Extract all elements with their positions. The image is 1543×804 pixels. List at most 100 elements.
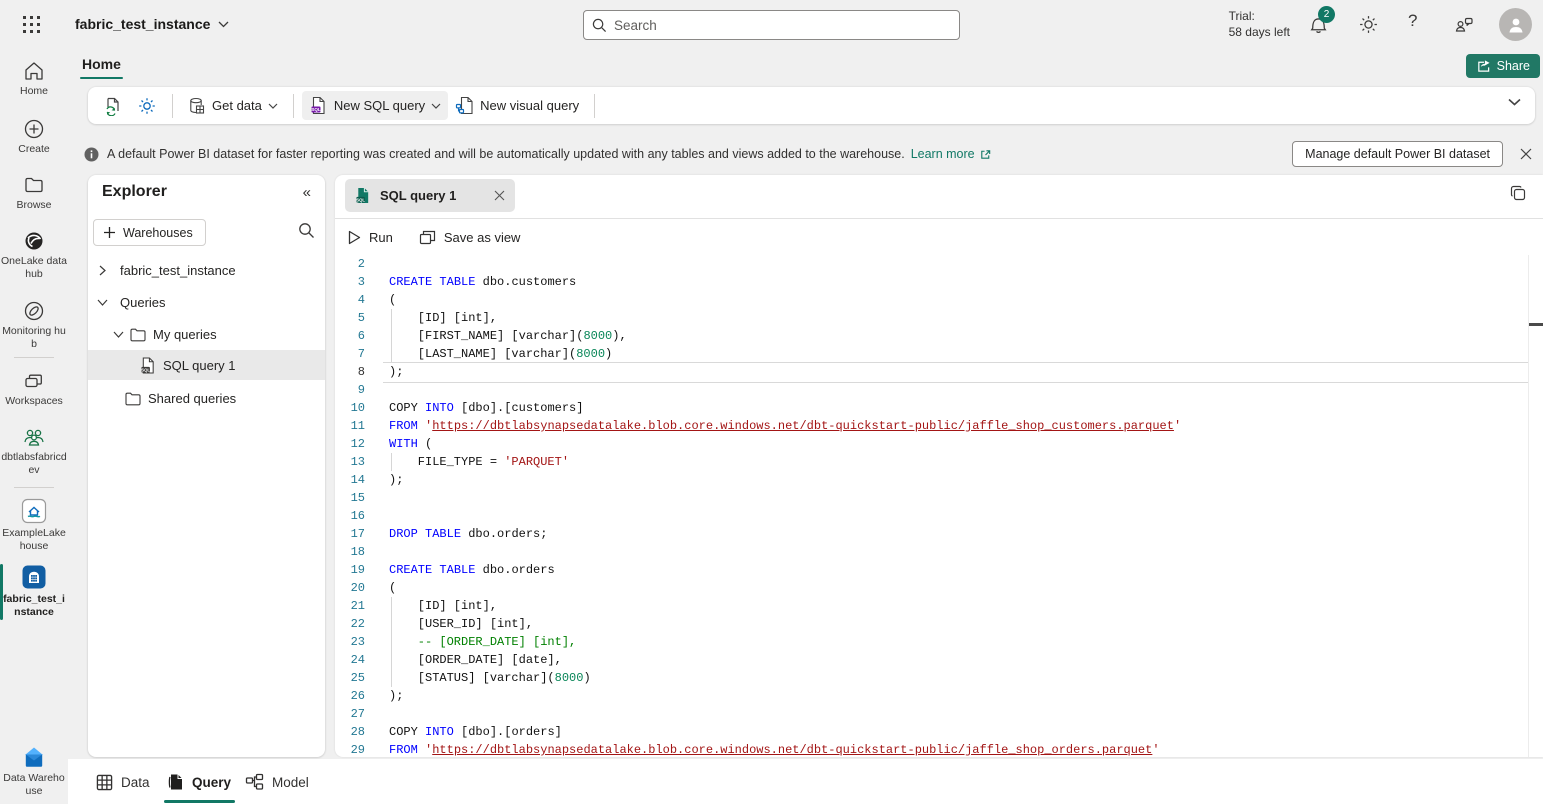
banner-message: A default Power BI dataset for faster re…	[107, 147, 905, 161]
run-label: Run	[369, 230, 393, 245]
search-input[interactable]	[614, 18, 951, 33]
share-label: Share	[1497, 59, 1530, 73]
tab-model[interactable]: Model	[245, 767, 309, 797]
tab-query-label: Query	[192, 775, 231, 790]
banner-close-button[interactable]	[1517, 145, 1535, 163]
database-icon	[188, 97, 206, 115]
add-warehouses-button[interactable]: Warehouses	[93, 219, 206, 246]
trial-status[interactable]: Trial: 58 days left	[1229, 8, 1290, 40]
search-icon	[298, 222, 315, 239]
sql-file-icon: SQL	[140, 357, 156, 374]
tree-item-warehouse[interactable]: fabric_test_instance	[88, 258, 325, 283]
notification-badge: 2	[1318, 6, 1335, 23]
nav-item-home[interactable]: Home	[0, 60, 68, 98]
nav-item-examplelakehouse[interactable]: ExampleLakehouse	[0, 498, 68, 553]
sql-file-icon: SQL	[309, 96, 328, 115]
gear-icon	[1358, 14, 1379, 35]
ribbon-collapse-button[interactable]	[1508, 98, 1521, 106]
nav-item-browse[interactable]: Browse	[0, 174, 68, 212]
onelake-icon	[23, 230, 45, 252]
refresh-dataset-button[interactable]	[96, 91, 130, 121]
run-button[interactable]: Run	[348, 230, 393, 245]
explorer-title: Explorer	[102, 183, 167, 201]
new-sql-query-button[interactable]: SQL New SQL query	[302, 91, 448, 120]
nav-item-monitoring-hub[interactable]: Monitoring hub	[0, 300, 68, 351]
manage-dataset-button[interactable]: Manage default Power BI dataset	[1292, 141, 1503, 167]
nav-item-workspaces[interactable]: Workspaces	[0, 370, 68, 408]
feedback-icon	[1453, 14, 1475, 36]
people-icon	[22, 426, 46, 448]
nav-item-onelake-data-hub[interactable]: OneLake data hub	[0, 230, 68, 281]
tab-model-label: Model	[272, 775, 309, 790]
rail-divider	[14, 357, 54, 358]
tree-item-my-queries[interactable]: My queries	[88, 322, 325, 347]
run-icon	[348, 230, 361, 245]
lakehouse-icon	[21, 498, 47, 524]
explorer-search-button[interactable]	[298, 222, 315, 239]
data-warehouse-icon	[21, 745, 47, 769]
workspace-switcher[interactable]: fabric_test_instance	[75, 13, 229, 35]
toolbar-divider	[172, 94, 173, 118]
scrollbar-cursor-marker	[1529, 323, 1543, 326]
tab-query[interactable]: Query	[168, 767, 231, 797]
data-grid-icon	[96, 774, 113, 791]
copy-icon	[1510, 185, 1527, 202]
refresh-document-icon	[103, 96, 123, 116]
editor-scrollbar[interactable]	[1528, 255, 1529, 757]
query-tab-sql-query-1[interactable]: SQL SQL query 1	[345, 179, 515, 212]
chevron-down-icon	[218, 21, 229, 28]
svg-text:SQL: SQL	[356, 197, 365, 202]
warehouse-settings-button[interactable]	[130, 91, 164, 121]
waffle-menu-button[interactable]	[20, 13, 42, 35]
chevron-down-icon	[1508, 98, 1521, 106]
nav-item-create[interactable]: Create	[0, 118, 68, 156]
tree-item-sql-query-1[interactable]: SQL SQL query 1	[88, 350, 325, 380]
plus-icon	[103, 226, 116, 239]
sql-file-icon: SQL	[355, 187, 371, 204]
settings-button[interactable]	[1358, 14, 1380, 36]
save-as-view-label: Save as view	[444, 230, 521, 245]
close-icon[interactable]	[494, 190, 505, 201]
query-editor-panel: SQL SQL query 1 Run Save as view 2345678…	[335, 175, 1543, 757]
query-file-icon	[168, 773, 184, 791]
new-sql-query-label: New SQL query	[334, 98, 425, 113]
ribbon-tab-home[interactable]: Home	[80, 52, 123, 76]
save-as-view-icon	[419, 230, 436, 245]
nav-item-data-warehouse[interactable]: Data Warehouse	[0, 745, 68, 798]
account-button[interactable]	[1499, 8, 1532, 41]
new-visual-query-button[interactable]: New visual query	[448, 91, 586, 120]
nav-item-dbtlabsfabricdev[interactable]: dbtlabsfabricdev	[0, 426, 68, 477]
code-lines[interactable]: CREATE TABLE dbo.customers( [ID] [int], …	[389, 255, 1181, 757]
help-button[interactable]: ?	[1408, 11, 1430, 33]
ribbon-row: Home Share	[68, 48, 1543, 84]
tree-item-shared-queries[interactable]: Shared queries	[88, 386, 325, 411]
avatar	[1507, 16, 1525, 34]
nav-item-fabric-test-instance[interactable]: fabric_test_instance	[0, 564, 68, 619]
explorer-collapse-button[interactable]: «	[303, 184, 311, 201]
editor-toolbar: Run Save as view	[335, 219, 1543, 255]
plus-circle-icon	[23, 118, 45, 140]
chevron-down-icon	[431, 103, 441, 109]
feedback-button[interactable]	[1453, 14, 1475, 36]
get-data-button[interactable]: Get data	[181, 92, 285, 120]
toolbar-divider	[293, 94, 294, 118]
svg-text:SQL: SQL	[141, 367, 150, 372]
tab-data[interactable]: Data	[96, 767, 150, 797]
svg-text:SQL: SQL	[311, 107, 321, 112]
chevron-down-icon	[268, 103, 278, 109]
chevron-right-icon	[96, 265, 108, 276]
share-button[interactable]: Share	[1466, 54, 1540, 78]
folder-icon	[125, 392, 141, 406]
bottom-view-switcher: Data Query Model	[68, 759, 1543, 804]
code-gutter: 2345678910111213141516171819202122232425…	[335, 255, 365, 757]
top-bar: fabric_test_instance Trial: 58 days left…	[0, 0, 1543, 48]
visual-query-icon	[455, 96, 474, 115]
copy-button[interactable]	[1510, 185, 1527, 202]
tree-item-queries[interactable]: Queries	[88, 290, 325, 315]
save-as-view-button[interactable]: Save as view	[419, 230, 521, 245]
default-dataset-banner: A default Power BI dataset for faster re…	[68, 138, 1543, 170]
workspace-name: fabric_test_instance	[75, 16, 210, 32]
learn-more-link[interactable]: Learn more	[911, 147, 992, 161]
folder-icon	[23, 174, 45, 196]
gear-icon	[137, 96, 157, 116]
